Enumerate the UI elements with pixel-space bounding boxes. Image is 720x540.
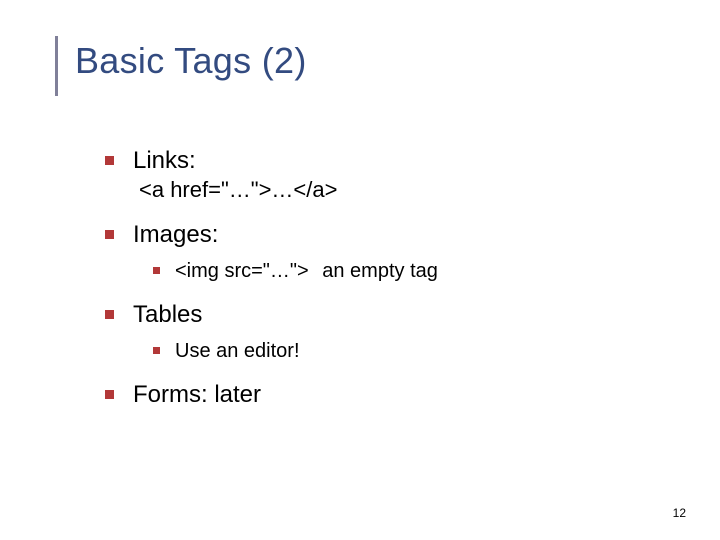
slide-content: Links: <a href="…">…</a> Images: <img sr…: [105, 145, 665, 424]
sub-list-item: <img src="…"> an empty tag: [153, 258, 665, 285]
item-label: Images:: [133, 221, 218, 248]
list-item: Tables Use an editor!: [105, 299, 665, 365]
item-code: <a href="…">…</a>: [133, 176, 665, 205]
page-number: 12: [673, 506, 686, 520]
title-block: Basic Tags (2): [55, 40, 307, 82]
list-item: Forms: later: [105, 379, 665, 410]
sub-item-note: an empty tag: [322, 260, 438, 282]
item-label: Links:: [133, 147, 196, 174]
title-accent-line: [55, 36, 58, 96]
sub-item-text: Use an editor!: [175, 340, 300, 362]
slide-title: Basic Tags (2): [55, 40, 307, 82]
item-label: Tables: [133, 301, 202, 328]
list-item: Links: <a href="…">…</a>: [105, 145, 665, 205]
sub-item-code: <img src="…">: [175, 260, 309, 282]
list-item: Images: <img src="…"> an empty tag: [105, 219, 665, 285]
sub-list-item: Use an editor!: [153, 338, 665, 365]
slide: Basic Tags (2) Links: <a href="…">…</a> …: [0, 0, 720, 540]
item-label: Forms: later: [133, 381, 261, 408]
